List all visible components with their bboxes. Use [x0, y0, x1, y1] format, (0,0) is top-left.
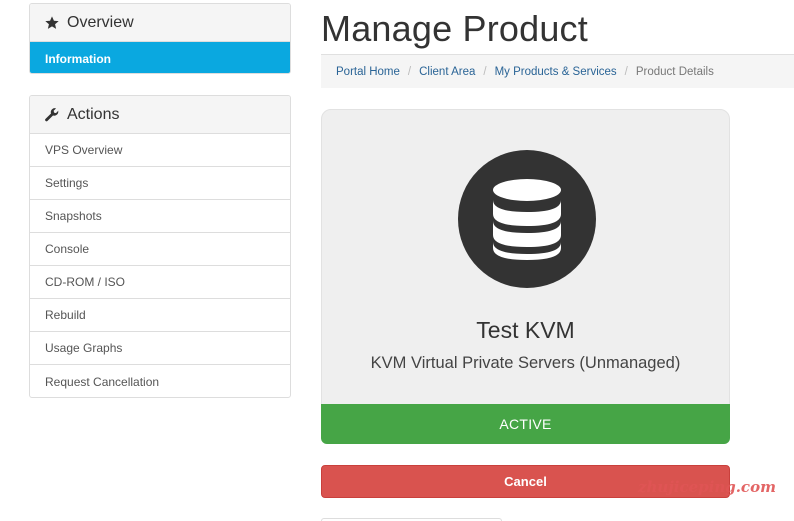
breadcrumb: Portal Home / Client Area / My Products …	[321, 54, 794, 88]
overview-title: Overview	[67, 13, 134, 31]
sidebar-item-information[interactable]: Information	[30, 42, 290, 73]
wrench-icon	[45, 107, 59, 121]
sidebar-item-snapshots[interactable]: Snapshots	[30, 200, 290, 233]
actions-panel: Actions VPS Overview Settings Snapshots …	[29, 95, 291, 398]
sidebar-item-rebuild[interactable]: Rebuild	[30, 299, 290, 332]
breadcrumb-my-products[interactable]: My Products & Services	[495, 66, 617, 78]
database-icon	[458, 150, 596, 288]
product-card: Test KVM KVM Virtual Private Servers (Un…	[321, 109, 730, 413]
breadcrumb-portal-home[interactable]: Portal Home	[336, 66, 400, 78]
watermark: zhujiceping.com	[638, 478, 776, 496]
sidebar-item-settings[interactable]: Settings	[30, 167, 290, 200]
sidebar-item-vps-overview[interactable]: VPS Overview	[30, 134, 290, 167]
star-icon	[45, 15, 59, 29]
actions-heading: Actions	[30, 96, 290, 134]
sidebar-item-request-cancellation[interactable]: Request Cancellation	[30, 365, 290, 397]
page-title: Manage Product	[321, 8, 588, 49]
product-name: Test KVM	[476, 317, 575, 343]
sidebar-item-console[interactable]: Console	[30, 233, 290, 266]
overview-panel: Overview Information	[29, 3, 291, 74]
overview-heading: Overview	[30, 4, 290, 42]
breadcrumb-separator: /	[483, 65, 487, 78]
status-badge: ACTIVE	[321, 404, 730, 444]
breadcrumb-current: Product Details	[635, 65, 714, 78]
actions-title: Actions	[67, 105, 120, 123]
breadcrumb-separator: /	[624, 65, 628, 78]
sidebar-item-cdrom-iso[interactable]: CD-ROM / ISO	[30, 266, 290, 299]
breadcrumb-client-area[interactable]: Client Area	[419, 66, 475, 78]
breadcrumb-separator: /	[407, 65, 412, 78]
sidebar-item-usage-graphs[interactable]: Usage Graphs	[30, 332, 290, 365]
product-group: KVM Virtual Private Servers (Unmanaged)	[370, 354, 681, 372]
